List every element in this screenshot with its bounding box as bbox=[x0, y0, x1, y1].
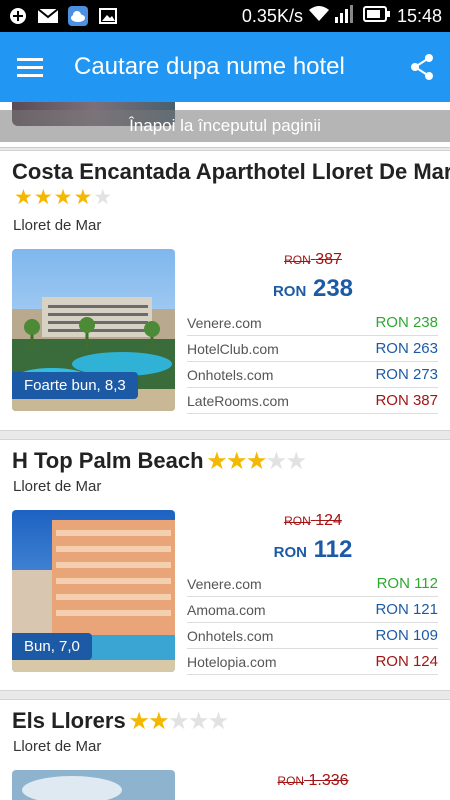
hotel-name-text[interactable]: H Top Palm Beach bbox=[12, 448, 204, 474]
best-price-amount: 112 bbox=[313, 536, 353, 563]
hamburger-menu-icon[interactable] bbox=[0, 32, 60, 102]
hotel-city: Lloret de Mar bbox=[13, 738, 102, 755]
offer-row[interactable]: HotelClub.com RON 263 bbox=[187, 336, 438, 362]
star-icon: ★ bbox=[247, 449, 267, 473]
image-icon bbox=[98, 7, 118, 25]
star-icon: ★ bbox=[149, 709, 169, 733]
star-rating: ★ ★ ★ ★ ★ bbox=[130, 711, 228, 732]
old-price-currency: RON bbox=[284, 253, 311, 267]
star-icon: ★ bbox=[14, 186, 33, 209]
old-price: RON 124 bbox=[188, 512, 438, 530]
hotel-photo[interactable]: Bun, 7,0 bbox=[12, 510, 175, 672]
star-empty-icon: ★ bbox=[169, 709, 189, 733]
star-icon: ★ bbox=[227, 449, 247, 473]
star-rating: ★ ★ ★ ★ ★ bbox=[208, 451, 306, 472]
old-price-currency: RON bbox=[277, 774, 305, 788]
share-icon[interactable] bbox=[394, 32, 450, 102]
best-price-currency: RON bbox=[273, 544, 307, 561]
star-empty-icon: ★ bbox=[209, 709, 228, 733]
offer-price: RON 124 bbox=[375, 653, 438, 670]
offer-price: RON 112 bbox=[376, 575, 438, 592]
network-speed: 0.35K/s bbox=[241, 5, 303, 26]
previous-hotel-card[interactable]: Înapoi la începutul paginii bbox=[0, 102, 450, 148]
hotel-card[interactable]: H Top Palm Beach ★ ★ ★ ★ ★ Lloret de Mar Bun… bbox=[0, 439, 450, 691]
hotel-city: Lloret de Mar bbox=[13, 478, 102, 495]
offer-price: RON 387 bbox=[375, 392, 438, 409]
star-icon: ★ bbox=[129, 709, 149, 733]
old-price: RON 387 bbox=[188, 251, 438, 269]
offer-row[interactable]: Amoma.com RON 121 bbox=[187, 597, 438, 623]
back-to-top-button[interactable]: Înapoi la începutul paginii bbox=[0, 110, 450, 142]
offer-site: Hotelopia.com bbox=[187, 653, 277, 670]
clock: 15:48 bbox=[396, 5, 442, 26]
rating-badge: Foarte bun, 8,3 bbox=[12, 372, 138, 399]
results-list[interactable]: Înapoi la începutul paginii Costa Encant… bbox=[0, 102, 450, 800]
offer-price: RON 121 bbox=[375, 601, 438, 618]
wifi-icon bbox=[308, 5, 329, 27]
offer-row[interactable]: Onhotels.com RON 273 bbox=[187, 362, 438, 388]
offer-price: RON 238 bbox=[375, 314, 438, 331]
signal-icon bbox=[334, 4, 357, 28]
rating-badge: Bun, 7,0 bbox=[12, 633, 92, 660]
hotel-name[interactable]: Els Llorers ★ ★ ★ ★ ★ bbox=[12, 708, 228, 734]
star-icon: ★ bbox=[73, 186, 93, 209]
offer-row[interactable]: Venere.com RON 238 bbox=[187, 310, 438, 336]
offers-list: Venere.com RON 112 Amoma.com RON 121 Onhot… bbox=[187, 571, 438, 675]
offer-site: LateRooms.com bbox=[187, 392, 289, 409]
offer-price: RON 273 bbox=[375, 366, 438, 383]
hotel-name[interactable]: Costa Encantada Aparthotel Lloret De Mar bbox=[12, 159, 450, 185]
star-icon: ★ bbox=[207, 449, 227, 473]
best-price-amount: 238 bbox=[312, 275, 354, 302]
offer-row[interactable]: Onhotels.com RON 109 bbox=[187, 623, 438, 649]
old-price-amount: 124 bbox=[315, 512, 342, 529]
offer-site: Onhotels.com bbox=[187, 366, 274, 383]
best-price: RON 112 bbox=[188, 536, 438, 564]
plus-icon bbox=[8, 7, 28, 25]
offer-row[interactable]: Venere.com RON 112 bbox=[187, 571, 438, 597]
star-empty-icon: ★ bbox=[93, 186, 113, 209]
old-price-amount: 387 bbox=[315, 251, 342, 268]
hotel-name[interactable]: H Top Palm Beach ★ ★ ★ ★ ★ bbox=[12, 448, 306, 474]
offer-site: Amoma.com bbox=[187, 601, 266, 618]
star-empty-icon: ★ bbox=[267, 449, 286, 473]
mail-icon bbox=[38, 7, 58, 25]
best-price: RON 238 bbox=[188, 275, 438, 303]
hotel-card[interactable]: Els Llorers ★ ★ ★ ★ ★ Lloret de Mar RON 1.33… bbox=[0, 699, 450, 800]
offer-site: Venere.com bbox=[187, 575, 262, 592]
star-rating: ★ ★ ★ ★ ★ bbox=[14, 187, 112, 208]
star-icon: ★ bbox=[33, 186, 53, 209]
star-empty-icon: ★ bbox=[189, 709, 209, 733]
best-price-currency: RON bbox=[272, 283, 307, 300]
offer-site: HotelClub.com bbox=[187, 340, 279, 357]
hotel-name-text[interactable]: Els Llorers bbox=[12, 708, 126, 734]
star-empty-icon: ★ bbox=[286, 449, 306, 473]
cloud-icon bbox=[68, 6, 88, 26]
offer-site: Onhotels.com bbox=[187, 627, 274, 644]
offers-list: Venere.com RON 238 HotelClub.com RON 263 O… bbox=[187, 310, 438, 414]
offer-row[interactable]: Hotelopia.com RON 124 bbox=[187, 649, 438, 675]
offer-price: RON 109 bbox=[375, 627, 438, 644]
star-icon: ★ bbox=[53, 186, 73, 209]
app-bar: Cautare dupa nume hotel bbox=[0, 32, 450, 102]
hotel-photo[interactable]: Foarte bun, 8,3 bbox=[12, 249, 175, 411]
old-price: RON 1.336 bbox=[188, 772, 438, 790]
hotel-city: Lloret de Mar bbox=[13, 217, 102, 234]
offer-row[interactable]: LateRooms.com RON 387 bbox=[187, 388, 438, 414]
status-bar: 0.35K/s 15:48 bbox=[0, 0, 450, 32]
hotel-card[interactable]: Costa Encantada Aparthotel Lloret De Mar… bbox=[0, 150, 450, 431]
page-title: Cautare dupa nume hotel bbox=[74, 53, 345, 80]
offer-price: RON 263 bbox=[375, 340, 438, 357]
hotel-photo[interactable] bbox=[12, 770, 175, 800]
battery-icon bbox=[362, 5, 391, 27]
old-price-currency: RON bbox=[284, 514, 311, 528]
old-price-amount: 1.336 bbox=[308, 772, 349, 789]
offer-site: Venere.com bbox=[187, 314, 262, 331]
